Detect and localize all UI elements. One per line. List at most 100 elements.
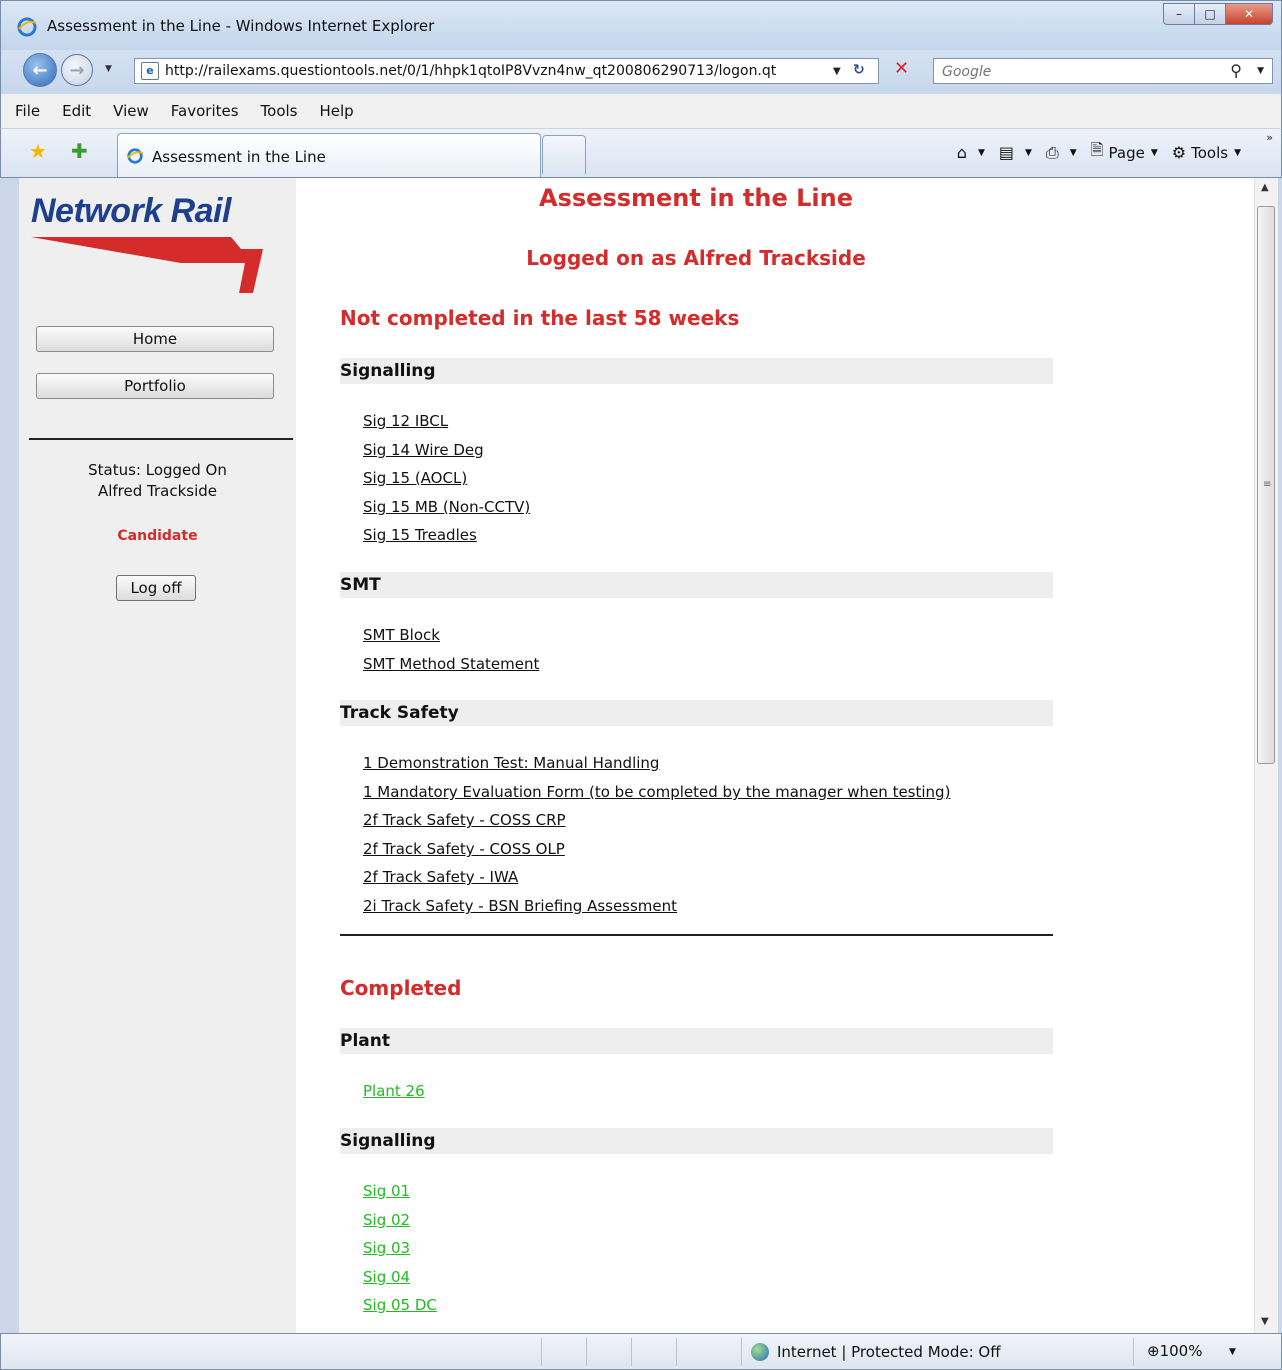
zoom-icon: ⊕ bbox=[1147, 1342, 1160, 1360]
chevron-down-icon[interactable]: ▼ bbox=[1025, 148, 1032, 158]
assessment-link[interactable]: 2f Track Safety - IWA bbox=[363, 868, 518, 886]
not-completed-heading: Not completed in the last 58 weeks bbox=[340, 306, 740, 330]
main-content: Assessment in the Line Logged on as Alfr… bbox=[296, 178, 1256, 1333]
assessment-link[interactable]: Sig 14 Wire Deg bbox=[363, 441, 484, 459]
logged-on-heading: Logged on as Alfred Trackside bbox=[526, 246, 866, 270]
assessment-link[interactable]: 1 Mandatory Evaluation Form (to be compl… bbox=[363, 783, 950, 801]
category-header: SMT bbox=[340, 572, 1053, 598]
assessment-link[interactable]: Sig 15 MB (Non-CCTV) bbox=[363, 498, 530, 516]
gear-icon: ⚙ bbox=[1171, 143, 1187, 162]
logo-chevron-graphic bbox=[31, 237, 263, 293]
menu-view[interactable]: View bbox=[113, 102, 149, 120]
assessment-link[interactable]: 2f Track Safety - COSS OLP bbox=[363, 840, 565, 858]
url-text[interactable]: http://railexams.questiontools.net/0/1/h… bbox=[165, 63, 825, 79]
status-username: Alfred Trackside bbox=[97, 482, 218, 500]
window-titlebar: Assessment in the Line - Windows Interne… bbox=[0, 0, 1282, 50]
search-input[interactable] bbox=[940, 63, 1214, 81]
completed-assessment-link[interactable]: Sig 05 DC bbox=[363, 1296, 437, 1314]
minimize-button[interactable]: – bbox=[1163, 3, 1195, 25]
scroll-down-icon[interactable]: ▼ bbox=[1261, 1316, 1269, 1327]
category-header: Track Safety bbox=[340, 700, 1053, 726]
scroll-up-icon[interactable]: ▲ bbox=[1261, 182, 1269, 193]
search-icon[interactable]: ⚲ bbox=[1230, 61, 1242, 80]
rss-feed-icon: ▤ bbox=[998, 143, 1014, 162]
search-options-dropdown[interactable]: ▼ bbox=[1257, 66, 1264, 76]
address-field[interactable]: e http://railexams.questiontools.net/0/1… bbox=[134, 58, 879, 84]
back-button[interactable]: ← bbox=[23, 53, 57, 87]
favorites-star-icon[interactable]: ★ bbox=[29, 139, 47, 163]
page-viewport: Network Rail Home Portfolio Status: Logg… bbox=[0, 178, 1282, 1333]
assessment-link[interactable]: SMT Method Statement bbox=[363, 655, 539, 673]
status-divider bbox=[586, 1338, 587, 1366]
maximize-icon: □ bbox=[1204, 7, 1216, 21]
completed-assessment-link[interactable]: Sig 02 bbox=[363, 1211, 410, 1229]
stop-icon[interactable]: ✕ bbox=[894, 58, 909, 79]
back-arrow-icon: ← bbox=[32, 59, 48, 81]
status-line: Status: Logged On bbox=[88, 461, 227, 479]
assessment-link[interactable]: Sig 15 (AOCL) bbox=[363, 469, 467, 487]
home-button[interactable]: Home bbox=[36, 326, 274, 352]
page-menu-label: Page bbox=[1108, 143, 1145, 162]
close-icon: ✕ bbox=[1243, 7, 1255, 21]
menu-tools[interactable]: Tools bbox=[261, 102, 298, 120]
completed-assessment-link[interactable]: Sig 04 bbox=[363, 1268, 410, 1286]
ie-logo-icon bbox=[17, 17, 37, 37]
log-off-button[interactable]: Log off bbox=[116, 575, 196, 601]
assessment-link[interactable]: Sig 12 IBCL bbox=[363, 412, 448, 430]
forward-button[interactable]: → bbox=[61, 54, 93, 86]
category-header: Signalling bbox=[340, 1128, 1053, 1154]
assessment-link[interactable]: 2i Track Safety - BSN Briefing Assessmen… bbox=[363, 897, 677, 915]
assessment-link[interactable]: 1 Demonstration Test: Manual Handling bbox=[363, 754, 659, 772]
category-header: Signalling bbox=[340, 358, 1053, 384]
command-bar: ⌂ ▼ ▤ ▼ ⎙ ▼ 🗎 Page ▼ ⚙ Tools ▼ bbox=[943, 139, 1241, 166]
page-menu[interactable]: 🗎 Page ▼ bbox=[1091, 139, 1158, 166]
scroll-thumb[interactable]: ≡ bbox=[1257, 206, 1275, 764]
window-title: Assessment in the Line - Windows Interne… bbox=[47, 17, 435, 35]
chevron-down-icon[interactable]: ▼ bbox=[833, 66, 841, 77]
new-tab-button[interactable] bbox=[542, 135, 586, 174]
status-bar: Internet | Protected Mode: Off ⊕100% ▼ bbox=[0, 1333, 1282, 1370]
zone-text: Internet | Protected Mode: Off bbox=[777, 1343, 1001, 1361]
tab-assessment[interactable]: Assessment in the Line bbox=[117, 133, 541, 177]
completed-assessment-link[interactable]: Sig 01 bbox=[363, 1182, 410, 1200]
vertical-scrollbar[interactable]: ▲ ≡ ▼ bbox=[1254, 178, 1278, 1333]
security-zone[interactable]: Internet | Protected Mode: Off bbox=[751, 1343, 1001, 1361]
sidebar: Network Rail Home Portfolio Status: Logg… bbox=[19, 178, 296, 1333]
zoom-level[interactable]: ⊕100% bbox=[1147, 1342, 1202, 1360]
portfolio-button[interactable]: Portfolio bbox=[36, 373, 274, 399]
sidebar-divider bbox=[29, 438, 293, 440]
add-favorite-icon[interactable]: ✚ bbox=[71, 139, 88, 163]
maximize-button[interactable]: □ bbox=[1194, 3, 1226, 25]
feeds-command[interactable]: ▤ ▼ bbox=[999, 143, 1032, 162]
recent-pages-dropdown[interactable]: ▼ bbox=[105, 64, 112, 74]
role-badge: Candidate bbox=[117, 528, 198, 544]
refresh-icon[interactable]: ↻ bbox=[853, 62, 865, 78]
address-toolbar: ← → ▼ e http://railexams.questiontools.n… bbox=[0, 50, 1282, 94]
chevron-down-icon[interactable]: ▼ bbox=[1229, 1347, 1236, 1357]
chevron-down-icon: ▼ bbox=[1234, 147, 1241, 158]
completed-assessment-link[interactable]: Plant 26 bbox=[363, 1082, 425, 1100]
close-button[interactable]: ✕ bbox=[1225, 3, 1273, 25]
status-divider bbox=[631, 1338, 632, 1366]
network-rail-logo: Network Rail bbox=[31, 192, 271, 293]
menu-help[interactable]: Help bbox=[320, 102, 354, 120]
home-command[interactable]: ⌂ ▼ bbox=[957, 143, 985, 162]
completed-assessment-link[interactable]: Sig 03 bbox=[363, 1239, 410, 1257]
more-commands-icon[interactable]: » bbox=[1266, 131, 1273, 144]
menu-edit[interactable]: Edit bbox=[62, 102, 91, 120]
menu-file[interactable]: File bbox=[15, 102, 40, 120]
chevron-down-icon[interactable]: ▼ bbox=[978, 148, 985, 158]
search-box: ⚲ ▼ bbox=[933, 58, 1273, 84]
assessment-link[interactable]: Sig 15 Treadles bbox=[363, 526, 477, 544]
assessment-link[interactable]: SMT Block bbox=[363, 626, 440, 644]
menu-favorites[interactable]: Favorites bbox=[171, 102, 239, 120]
grip-icon: ≡ bbox=[1263, 479, 1272, 490]
ie-page-icon bbox=[127, 148, 144, 164]
chevron-down-icon[interactable]: ▼ bbox=[1070, 148, 1077, 158]
print-command[interactable]: ⎙ ▼ bbox=[1046, 143, 1077, 163]
tools-menu[interactable]: ⚙ Tools ▼ bbox=[1172, 143, 1241, 162]
assessment-link[interactable]: 2f Track Safety - COSS CRP bbox=[363, 811, 566, 829]
status-divider bbox=[741, 1338, 742, 1366]
printer-icon: ⎙ bbox=[1045, 142, 1059, 162]
page-icon: e bbox=[141, 62, 159, 80]
